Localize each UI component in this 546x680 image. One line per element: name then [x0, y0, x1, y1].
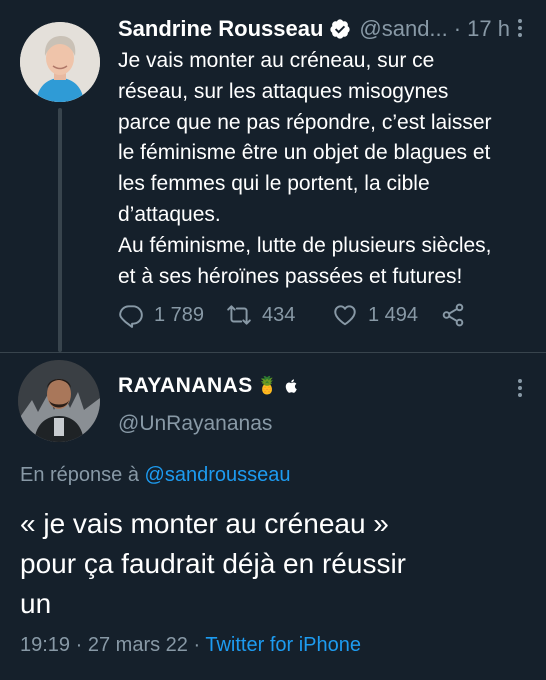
reply-label: En réponse à	[20, 464, 139, 486]
tweet2-text: « je vais monter au créneau » pour ça fa…	[20, 504, 520, 624]
tweet1-header: Sandrine Rousseau @sand... · 17 h	[118, 14, 532, 44]
text-line: le féminisme être un objet de blagues et	[118, 141, 491, 165]
retweet-button[interactable]: 434	[226, 298, 295, 332]
pineapple-emoji: 🍍	[256, 376, 278, 395]
reply-context: En réponse à @sandrousseau	[20, 464, 291, 487]
like-button[interactable]: 1 494	[332, 298, 418, 332]
text-line: réseau, sur les attaques misogynes	[118, 79, 449, 103]
retweet-count: 434	[262, 303, 296, 326]
text-line: parce que ne pas répondre, c’est laisser	[118, 110, 492, 134]
avatar-sandrine[interactable]	[20, 22, 100, 102]
author-handle[interactable]: @sand...	[359, 16, 447, 42]
avatar-rayananas[interactable]	[18, 360, 100, 442]
more-icon[interactable]	[510, 376, 530, 400]
separator: ·	[193, 634, 201, 656]
text-line: d’attaques.	[118, 202, 221, 226]
text-line: Je vais monter au créneau, sur ce	[118, 49, 435, 72]
apple-icon	[285, 379, 297, 393]
tweet1-actions: 1 789 434 1 494	[118, 298, 538, 332]
retweet-icon	[227, 305, 251, 325]
reply-mention-link[interactable]: @sandrousseau	[145, 464, 291, 486]
tweet-meta: 19:19 · 27 mars 22 · Twitter for iPhone	[20, 634, 361, 657]
tweet1-text: Je vais monter au créneau, sur ce réseau…	[118, 46, 530, 292]
divider	[0, 352, 546, 353]
text-line: les femmes qui le portent, la cible	[118, 172, 430, 196]
tweet-time[interactable]: 17 h	[467, 16, 510, 42]
share-icon	[442, 303, 464, 327]
reply-button[interactable]: 1 789	[118, 298, 204, 332]
share-button[interactable]	[440, 298, 466, 332]
reply-count: 1 789	[154, 303, 205, 326]
text-line: pour ça faudrait déjà en réussir	[20, 548, 406, 579]
tweet-time[interactable]: 19:19	[20, 634, 70, 656]
source-link[interactable]: Twitter for iPhone	[205, 634, 361, 656]
reply-icon	[119, 305, 143, 328]
tweet2-author: RAYANANAS 🍍	[118, 374, 300, 398]
text-line: un	[20, 588, 52, 619]
text-line: et à ses héroïnes passées et futures!	[118, 264, 463, 288]
author-name[interactable]: Sandrine Rousseau	[118, 16, 323, 42]
thread-connector-line	[58, 108, 62, 352]
separator: ·	[453, 16, 462, 41]
tweet-sandrine[interactable]: Sandrine Rousseau @sand... · 17 h Je vai…	[0, 0, 546, 352]
author-name[interactable]: RAYANANAS	[118, 374, 253, 398]
verified-badge-icon	[330, 19, 351, 39]
tweet-date[interactable]: 27 mars 22	[88, 634, 188, 656]
author-handle[interactable]: @UnRayananas	[118, 412, 272, 436]
separator: ·	[75, 634, 83, 656]
like-count: 1 494	[368, 303, 419, 326]
like-icon	[334, 305, 356, 326]
more-icon[interactable]	[510, 16, 530, 40]
text-line: « je vais monter au créneau »	[20, 508, 389, 539]
text-line: Au féminisme, lutte de plusieurs siècles…	[118, 233, 492, 257]
